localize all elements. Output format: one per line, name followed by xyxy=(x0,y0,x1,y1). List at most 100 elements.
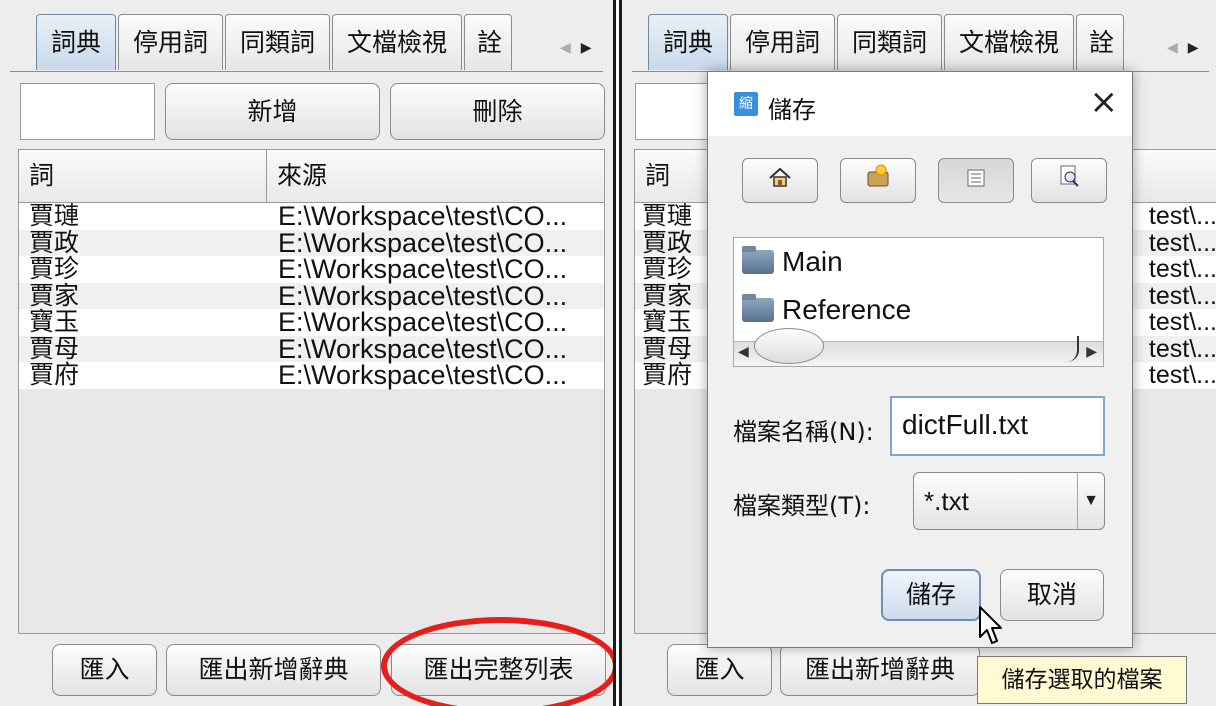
source-cell: test\... xyxy=(1148,228,1216,257)
tab-stopwords[interactable]: 停用詞 xyxy=(118,14,224,70)
list-icon xyxy=(967,169,985,187)
table-row[interactable]: 寶玉 E:\Workspace\test\CO... xyxy=(19,309,604,336)
table-row[interactable]: 賈珍 E:\Workspace\test\CO... xyxy=(19,256,604,283)
tab-annotation[interactable]: 詮 xyxy=(1076,14,1125,70)
app-logo-icon: 縮 xyxy=(734,92,758,116)
folder-item-reference[interactable]: Reference xyxy=(734,286,1103,334)
cancel-button[interactable]: 取消 xyxy=(1000,569,1104,621)
scroll-left-icon[interactable]: ◀ xyxy=(738,344,749,360)
table-body: 賈璉 E:\Workspace\test\CO... 賈政 E:\Workspace… xyxy=(19,203,604,389)
tab-dictionary[interactable]: 詞典 xyxy=(648,14,729,70)
table-row[interactable]: 賈府 E:\Workspace\test\CO... xyxy=(19,362,604,389)
import-button[interactable]: 匯入 xyxy=(52,644,157,696)
table-header: 詞 來源 xyxy=(19,150,604,203)
save-button[interactable]: 儲存 xyxy=(881,569,981,621)
add-button[interactable]: 新增 xyxy=(165,83,380,140)
source-cell: E:\Workspace\test\CO... xyxy=(278,333,568,364)
details-view-button[interactable] xyxy=(1031,158,1107,203)
folder-icon xyxy=(742,294,774,322)
dropdown-arrow-icon[interactable]: ▼ xyxy=(1077,473,1104,529)
source-cell: test\... xyxy=(1148,281,1216,310)
tab-synonyms[interactable]: 同類詞 xyxy=(225,14,331,70)
home-icon xyxy=(769,167,791,187)
tab-divider xyxy=(10,71,603,72)
save-tooltip: 儲存選取的檔案 xyxy=(977,656,1187,704)
column-header-word[interactable]: 詞 xyxy=(19,150,267,202)
tab-document-view[interactable]: 文檔檢視 xyxy=(332,14,463,70)
tab-bar: 詞典 停用詞 同類詞 文檔檢視 詮 xyxy=(36,14,514,72)
horizontal-scrollbar[interactable]: ◀ ▶ xyxy=(734,328,1103,366)
source-cell: E:\Workspace\test\CO... xyxy=(278,280,568,311)
source-cell: E:\Workspace\test\CO... xyxy=(278,254,568,284)
folder-icon xyxy=(742,246,774,274)
highlight-circle xyxy=(381,617,613,706)
left-panel: 詞典 停用詞 同類詞 文檔檢視 詮 ◀▶ 新增 刪除 詞 來源 賈璉 E:\Wor… xyxy=(0,0,616,706)
new-folder-icon xyxy=(867,164,889,187)
scroll-right-icon[interactable]: ▶ xyxy=(1086,344,1097,360)
folder-name: Reference xyxy=(782,294,912,325)
word-cell: 賈璉 xyxy=(642,201,693,230)
filename-label: 檔案名稱(N): xyxy=(733,418,874,446)
folder-item-main[interactable]: Main xyxy=(734,238,1103,286)
word-cell: 賈母 xyxy=(29,333,80,363)
delete-button[interactable]: 刪除 xyxy=(390,83,605,140)
word-cell: 賈珍 xyxy=(642,254,693,283)
tab-document-view[interactable]: 文檔檢視 xyxy=(944,14,1075,70)
word-cell: 賈府 xyxy=(642,360,693,389)
word-cell: 賈政 xyxy=(642,227,693,257)
import-button[interactable]: 匯入 xyxy=(667,644,772,696)
tab-scroll-arrows[interactable]: ◀▶ xyxy=(560,40,602,56)
filetype-select[interactable]: *.txt ▼ xyxy=(913,472,1105,530)
tab-bar: 詞典 停用詞 同類詞 文檔檢視 詮 xyxy=(648,14,1126,72)
word-cell: 賈珍 xyxy=(29,254,80,283)
new-folder-button[interactable] xyxy=(840,158,916,203)
column-header-word[interactable]: 詞 xyxy=(635,150,670,202)
tab-stopwords[interactable]: 停用詞 xyxy=(730,14,836,70)
table-row[interactable]: 賈家 E:\Workspace\test\CO... xyxy=(19,280,604,311)
folder-list: Main Reference ◀ ▶ xyxy=(733,237,1104,367)
scroll-thumb[interactable] xyxy=(754,328,824,364)
tab-annotation[interactable]: 詮 xyxy=(464,14,513,70)
source-cell: test\... xyxy=(1148,308,1216,336)
details-icon xyxy=(1060,165,1079,187)
word-input[interactable] xyxy=(20,83,155,140)
export-new-dictionary-button[interactable]: 匯出新增辭典 xyxy=(780,644,980,696)
source-cell: E:\Workspace\test\CO... xyxy=(278,201,568,231)
column-header-source[interactable]: 來源 xyxy=(267,150,327,202)
source-cell: E:\Workspace\test\CO... xyxy=(278,227,568,258)
table-row[interactable]: 賈政 E:\Workspace\test\CO... xyxy=(19,227,604,258)
close-icon[interactable]: × xyxy=(1090,82,1119,122)
word-cell: 賈母 xyxy=(642,333,693,363)
word-cell: 賈政 xyxy=(29,227,80,257)
filetype-label: 檔案類型(T): xyxy=(733,492,871,520)
word-cell: 寶玉 xyxy=(642,307,693,336)
filename-field[interactable]: dictFull.txt xyxy=(890,396,1105,456)
filetype-value: *.txt xyxy=(924,486,969,516)
tab-synonyms[interactable]: 同類詞 xyxy=(837,14,943,70)
home-folder-button[interactable] xyxy=(742,158,818,203)
word-cell: 寶玉 xyxy=(29,307,80,336)
source-cell: test\... xyxy=(1148,202,1216,230)
word-input[interactable] xyxy=(635,83,715,140)
export-new-dictionary-button[interactable]: 匯出新增辭典 xyxy=(166,644,381,696)
source-cell: E:\Workspace\test\CO... xyxy=(278,360,568,390)
table-row[interactable]: 賈母 E:\Workspace\test\CO... xyxy=(19,333,604,364)
word-cell: 賈家 xyxy=(642,280,693,310)
source-cell: test\... xyxy=(1148,334,1216,363)
save-dialog: 縮 儲存 × Main Reference ◀ ▶ 檔案名稱(N): dictF… xyxy=(707,71,1133,648)
mouse-pointer-icon xyxy=(979,606,1002,644)
tab-dictionary[interactable]: 詞典 xyxy=(36,14,117,70)
scroll-track-end xyxy=(1057,336,1079,362)
folder-name: Main xyxy=(782,246,843,277)
tab-scroll-arrows[interactable]: ◀▶ xyxy=(1167,40,1209,56)
source-cell: E:\Workspace\test\CO... xyxy=(278,307,568,337)
word-cell: 賈家 xyxy=(29,280,80,310)
dialog-title-bar: 縮 儲存 × xyxy=(708,72,1132,136)
list-view-button[interactable] xyxy=(938,158,1014,203)
dialog-title: 儲存 xyxy=(768,96,816,124)
word-cell: 賈璉 xyxy=(29,201,80,230)
dictionary-table: 詞 來源 賈璉 E:\Workspace\test\CO... 賈政 E:\Work… xyxy=(18,149,605,634)
source-cell: test\... xyxy=(1148,255,1216,283)
table-row[interactable]: 賈璉 E:\Workspace\test\CO... xyxy=(19,203,604,230)
word-cell: 賈府 xyxy=(29,360,80,389)
